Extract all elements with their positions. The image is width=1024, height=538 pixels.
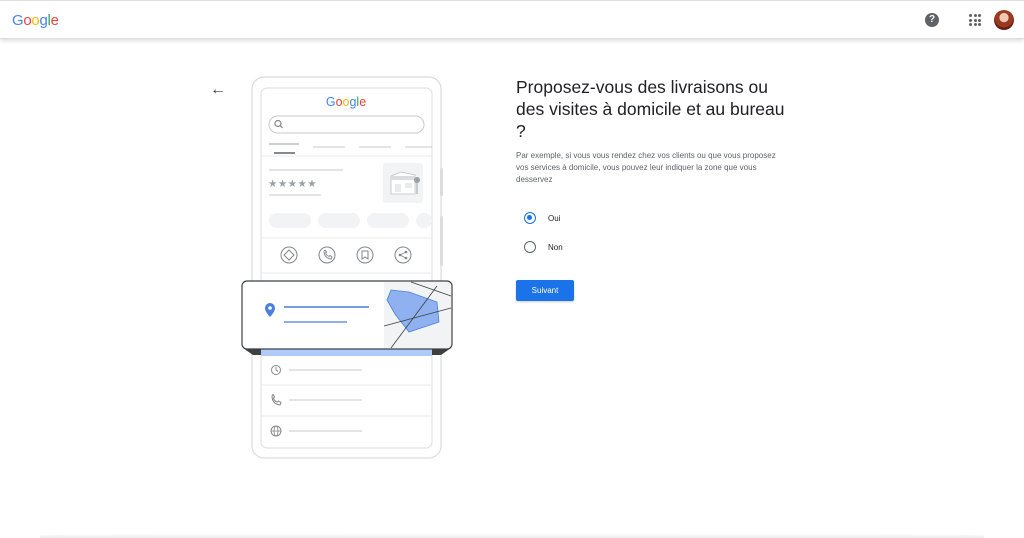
directions-icon [280,246,298,264]
phone-icon [318,246,336,264]
option-oui-label: Oui [548,213,561,223]
apps-grid-icon[interactable] [969,14,981,26]
phone-search-bar [268,115,425,134]
account-avatar[interactable] [994,10,1014,30]
phone-google-logo: Google [326,95,366,109]
help-icon[interactable]: ? [925,13,939,27]
radio-oui[interactable] [524,212,536,224]
option-non[interactable]: Non [524,240,563,254]
page: Google ? ← Google ★★★★★ Proposez-vous de… [0,0,1024,538]
rating-stars: ★★★★★ [268,178,317,190]
business-profile-illustration: Google ★★★★★ [241,76,453,459]
page-title: Proposez-vous des livraisons ou des visi… [516,77,785,141]
share-icon [394,246,412,264]
next-button[interactable]: Suivant [516,280,574,301]
arrow-back-icon[interactable]: ← [209,81,227,99]
radio-non[interactable] [524,241,536,253]
google-logo[interactable]: Google [12,12,59,29]
bookmark-icon [356,246,374,264]
bottom-edge-shadow [40,533,984,538]
option-oui[interactable]: Oui [524,211,560,225]
phone-screen [260,87,433,449]
page-description: Par exemple, si vous vous rendez chez vo… [516,151,776,184]
top-app-bar: Google ? [0,0,1024,39]
option-non-label: Non [548,242,563,252]
